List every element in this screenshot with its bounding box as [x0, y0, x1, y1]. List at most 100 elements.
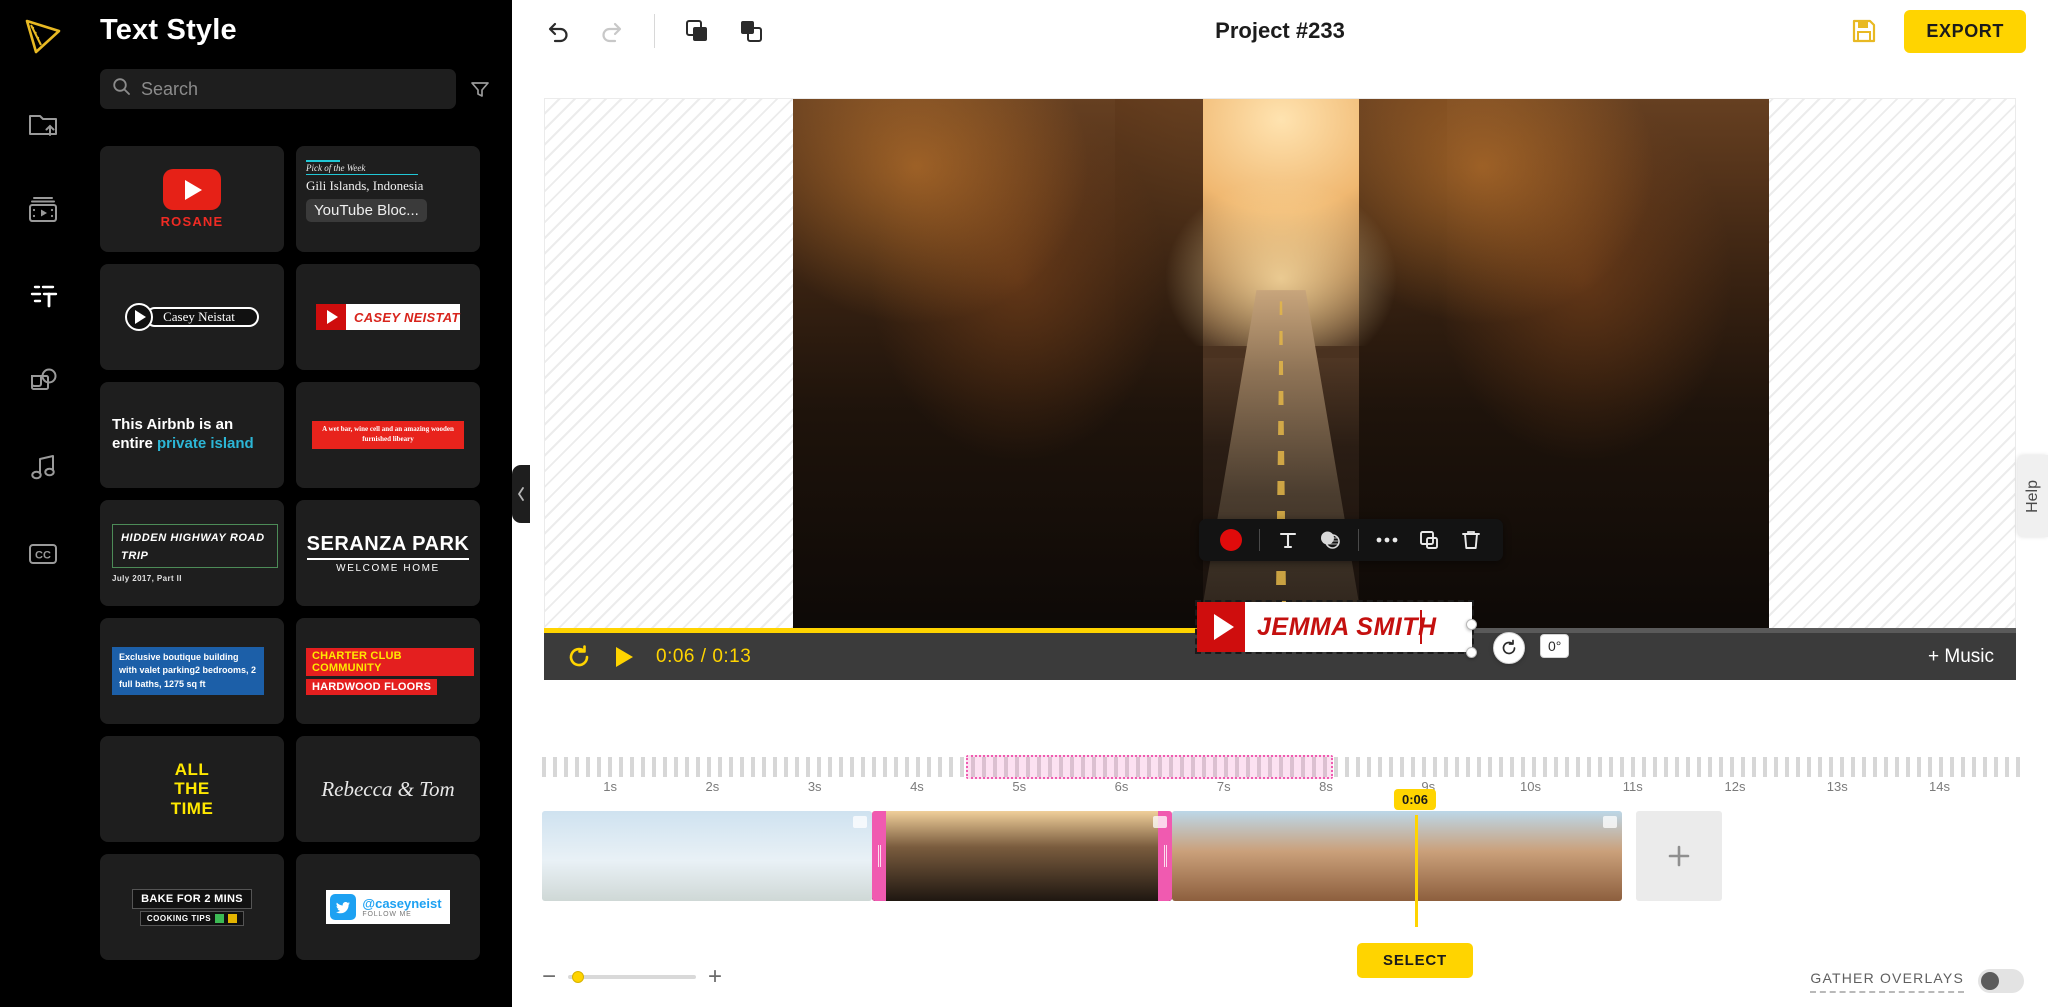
panel-collapse-handle[interactable] — [512, 465, 530, 523]
text-style-card[interactable]: Casey Neistat — [100, 264, 284, 370]
help-tab[interactable]: Help — [2018, 455, 2048, 537]
play-triangle-icon — [125, 303, 154, 331]
text-style-card[interactable]: A wet bar, wine cell and an amazing wood… — [296, 382, 480, 488]
gather-overlays-toggle[interactable] — [1978, 969, 2024, 993]
text-style-card[interactable]: @caseyneist FOLLOW ME — [296, 854, 480, 960]
gather-overlays-control: GATHER OVERLAYS — [1810, 969, 2024, 993]
text-style-card[interactable]: This Airbnb is an entire private island — [100, 382, 284, 488]
text-style-card[interactable]: BAKE FOR 2 MINS COOKING TIPS — [100, 854, 284, 960]
duplicate-icon — [1420, 531, 1438, 549]
select-button[interactable]: SELECT — [1357, 943, 1473, 978]
search-box[interactable] — [100, 69, 456, 109]
card-handle: @caseyneist — [362, 896, 442, 911]
add-clip-button[interactable] — [1636, 811, 1722, 901]
text-style-card[interactable]: Exclusive boutique building with valet p… — [100, 618, 284, 724]
sidebar-item-captions[interactable]: CC — [15, 526, 71, 582]
playhead[interactable] — [1415, 815, 1418, 927]
toolbar-divider — [1259, 529, 1260, 551]
sidebar-item-text[interactable] — [15, 268, 71, 324]
duplicate-element-button[interactable] — [1409, 519, 1449, 561]
preview-area: JEMMA SMITH 0° 0:06 / 0:13 + Music — [544, 62, 2016, 680]
clip-trim-handle-left[interactable] — [872, 811, 886, 901]
playback-time: 0:06 / 0:13 — [656, 646, 751, 668]
delete-element-button[interactable] — [1451, 519, 1491, 561]
export-button[interactable]: EXPORT — [1904, 9, 2026, 53]
card-label: A wet bar, wine cell and an amazing wood… — [312, 421, 464, 449]
undo-button[interactable] — [534, 7, 582, 55]
duplicate-layers-button[interactable] — [673, 7, 721, 55]
timeline-clip[interactable] — [542, 811, 872, 901]
text-color-button[interactable] — [1211, 519, 1251, 561]
loop-button[interactable] — [566, 644, 592, 670]
ruler-label: 5s — [1012, 779, 1027, 794]
overlay-text[interactable]: JEMMA SMITH — [1245, 613, 1472, 642]
more-options-button[interactable] — [1367, 519, 1407, 561]
sidebar-item-elements[interactable] — [15, 354, 71, 410]
text-style-card[interactable]: SERANZA PARK WELCOME HOME — [296, 500, 480, 606]
youtube-play-icon — [162, 169, 221, 210]
canvas-stage[interactable] — [544, 98, 2016, 661]
top-toolbar: Project #233 EXPORT — [512, 0, 2048, 62]
ruler-label: 2s — [705, 779, 720, 794]
twitter-icon — [330, 894, 357, 920]
card-bar-1: CHARTER CLUB COMMUNITY — [306, 647, 474, 676]
search-input[interactable] — [141, 78, 444, 100]
svg-text:CC: CC — [35, 550, 51, 562]
zoom-out-button[interactable]: − — [542, 965, 556, 989]
text-style-card[interactable]: HIDDEN HIGHWAY ROAD TRIP July 2017, Part… — [100, 500, 284, 606]
text-style-card[interactable]: ROSANE — [100, 146, 284, 252]
more-options-icon — [1376, 537, 1398, 543]
text-style-card[interactable]: Pick of the Week Gili Islands, Indonesia… — [296, 146, 480, 252]
zoom-in-button[interactable]: + — [708, 965, 722, 989]
text-style-card[interactable]: ALL THE TIME — [100, 736, 284, 842]
card-kicker: Pick of the Week — [306, 162, 418, 175]
rotate-handle[interactable] — [1493, 632, 1525, 664]
ruler-label: 12s — [1724, 779, 1746, 794]
total-time: 0:13 — [712, 645, 752, 667]
overlay-range-selector[interactable] — [965, 755, 1334, 779]
duplicate-layers-icon — [686, 20, 707, 41]
video-frame[interactable] — [793, 99, 1769, 661]
ruler-label: 6s — [1114, 779, 1129, 794]
video-trees-right — [1359, 99, 1769, 661]
group-layers-button[interactable] — [727, 7, 775, 55]
sidebar-item-audio[interactable] — [15, 440, 71, 496]
save-button[interactable] — [1840, 7, 1888, 55]
text-style-card[interactable]: Rebecca & Tom — [296, 736, 480, 842]
sidebar-item-media[interactable] — [15, 182, 71, 238]
undo-icon — [548, 22, 568, 43]
resize-handle[interactable] — [1466, 619, 1477, 630]
text-overlay-selected[interactable]: JEMMA SMITH — [1195, 600, 1477, 658]
play-button[interactable] — [612, 644, 636, 670]
card-subtitle: FOLLOW ME — [362, 911, 412, 918]
workspace: Project #233 EXPORT JEMMA SMITH 0° 0:06 … — [512, 0, 2048, 1007]
ruler-label: 10s — [1520, 779, 1541, 794]
save-disk-icon — [1853, 19, 1876, 43]
ruler-label: 13s — [1826, 779, 1848, 794]
add-music-button[interactable]: + Music — [1928, 646, 1994, 668]
zoom-slider[interactable] — [568, 971, 697, 983]
card-title: HIDDEN HIGHWAY ROAD TRIP — [121, 531, 265, 562]
opacity-button[interactable] — [1310, 519, 1350, 561]
timeline-clip[interactable] — [872, 811, 1172, 901]
card-line2-highlight: private island — [157, 435, 254, 452]
timeline-clip[interactable] — [1172, 811, 1622, 901]
film-play-logo[interactable] — [15, 10, 71, 66]
ruler-label: 3s — [807, 779, 822, 794]
font-style-button[interactable] — [1268, 519, 1308, 561]
card-subtitle: COOKING TIPS — [146, 913, 212, 923]
resize-handle[interactable] — [1466, 647, 1477, 658]
icon-rail: CC — [0, 0, 86, 1007]
filter-funnel-icon[interactable] — [466, 75, 494, 103]
redo-button[interactable] — [588, 7, 636, 55]
text-caret — [1420, 610, 1422, 644]
timeline-zoom-control: − + — [542, 965, 722, 989]
text-style-card[interactable]: CASEY NEISTAT — [296, 264, 480, 370]
timeline-ruler[interactable]: 1s 2s 3s 4s 5s 6s 7s 8s 9s 10s 11s 12s 1… — [542, 755, 2024, 803]
text-style-card[interactable]: CHARTER CLUB COMMUNITY HARDWOOD FLOORS — [296, 618, 480, 724]
card-title: SERANZA PARK — [306, 533, 470, 560]
card-chip: YouTube Bloc... — [306, 199, 427, 222]
sidebar-item-upload[interactable] — [15, 96, 71, 152]
zoom-slider-knob[interactable] — [572, 971, 585, 983]
playhead-time-label: 0:06 — [1393, 789, 1437, 810]
